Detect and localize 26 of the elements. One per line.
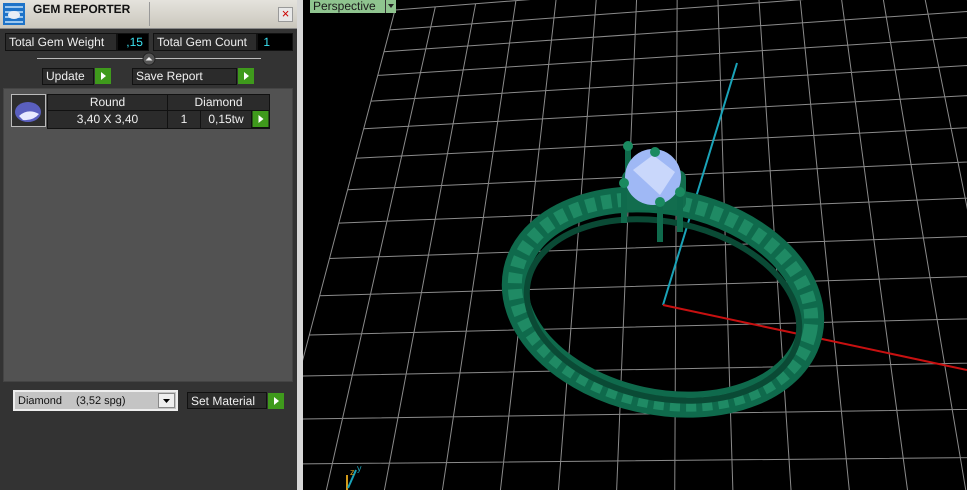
action-button[interactable]: Update [42, 68, 94, 84]
panel-title: GEM REPORTER [33, 1, 132, 16]
gem-shape: Round [48, 95, 167, 110]
axis-label: y [357, 464, 362, 473]
material-dropdown[interactable]: Diamond (3,52 spg) [13, 390, 178, 411]
gem-app-icon [3, 3, 25, 25]
material-name: Diamond [18, 394, 62, 406]
material-density: (3,52 spg) [76, 394, 126, 406]
gem-weight: 0,15tw [201, 111, 251, 128]
set-material-button[interactable]: Set Material [187, 392, 267, 409]
3d-viewport[interactable]: Perspective z y [303, 0, 967, 490]
gem-material: Diamond [168, 95, 269, 110]
gem-size: 3,40 X 3,40 [48, 111, 167, 128]
stat-value: 1 [257, 33, 293, 51]
gem-thumbnail-icon [11, 94, 46, 127]
axis-gizmo-drawing [346, 470, 357, 490]
stat-label: Total Gem Weight [5, 33, 118, 51]
collapse-handle-icon[interactable] [142, 52, 156, 66]
view-menu[interactable]: Perspective [310, 0, 396, 13]
stat-label: Total Gem Count [152, 33, 258, 51]
axis-label: z [350, 468, 354, 477]
gem-count: 1 [168, 111, 200, 128]
stat-value: ,15 [117, 33, 149, 51]
action-button[interactable]: Save Report [132, 68, 237, 84]
caret-icon[interactable] [158, 393, 175, 408]
close-button[interactable]: × [278, 6, 293, 22]
